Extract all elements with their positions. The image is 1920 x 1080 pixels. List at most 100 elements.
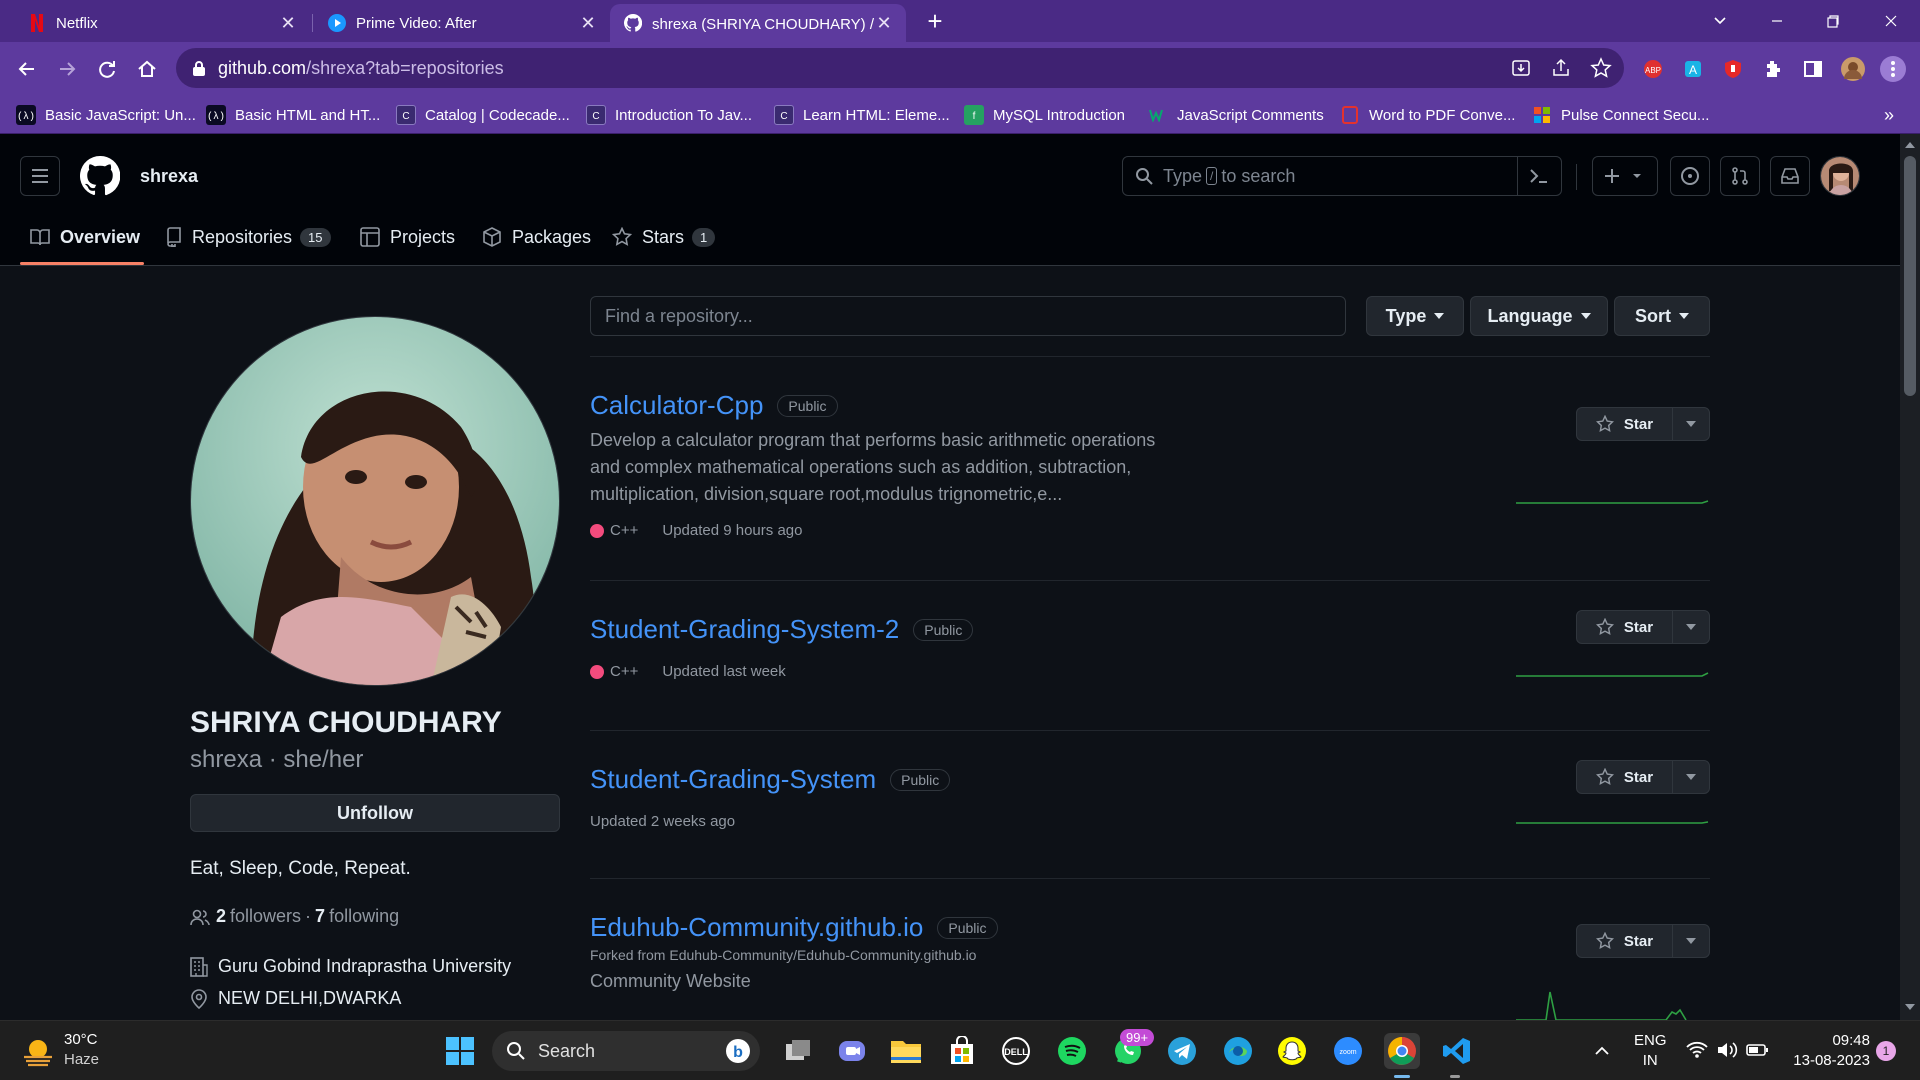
vscode-icon[interactable]	[1438, 1033, 1474, 1069]
new-tab-button[interactable]: +	[922, 6, 948, 36]
star-list-dropdown[interactable]	[1673, 408, 1709, 440]
tab-projects[interactable]: Projects	[360, 214, 455, 260]
bookmark-item[interactable]: C Introduction To Jav...	[586, 104, 752, 126]
tab-netflix[interactable]: Netflix ✕	[14, 4, 310, 42]
file-explorer-icon[interactable]	[888, 1033, 924, 1069]
profile-avatar-large[interactable]	[190, 316, 560, 686]
tab-overview[interactable]: Overview	[30, 214, 140, 260]
command-palette-icon[interactable]	[1529, 167, 1549, 185]
install-app-icon[interactable]	[1510, 57, 1532, 79]
star-button[interactable]: Star	[1576, 924, 1710, 958]
sort-filter-button[interactable]: Sort	[1614, 296, 1710, 336]
close-tab-icon[interactable]: ✕	[580, 13, 596, 33]
telegram-icon[interactable]	[1164, 1033, 1200, 1069]
puzzle-extensions-icon[interactable]	[1760, 56, 1786, 82]
chrome-menu-icon[interactable]	[1880, 56, 1906, 82]
side-panel-icon[interactable]	[1800, 56, 1826, 82]
close-tab-icon[interactable]: ✕	[280, 13, 296, 33]
minimize-icon[interactable]	[1764, 8, 1790, 34]
spotify-icon[interactable]	[1054, 1033, 1090, 1069]
translate-extension-icon[interactable]: A	[1680, 56, 1706, 82]
find-repository-input[interactable]: Find a repository...	[590, 296, 1346, 336]
wifi-icon[interactable]	[1686, 1041, 1708, 1059]
notification-count-badge[interactable]: 1	[1876, 1041, 1896, 1061]
repo-name-link[interactable]: Student-Grading-System-2	[590, 614, 899, 645]
show-hidden-icons-chevron[interactable]	[1592, 1041, 1612, 1061]
home-icon[interactable]	[132, 54, 162, 84]
header-username[interactable]: shrexa	[140, 166, 198, 187]
type-filter-button[interactable]: Type	[1366, 296, 1464, 336]
dell-icon[interactable]: DELL	[998, 1033, 1034, 1069]
system-clock[interactable]: 09:48 13-08-2023	[1786, 1031, 1870, 1071]
volume-icon[interactable]	[1716, 1041, 1738, 1059]
zoom-icon[interactable]: zoom	[1330, 1033, 1366, 1069]
bookmark-item[interactable]: JavaScript Comments	[1148, 104, 1324, 126]
unfollow-button[interactable]: Unfollow	[190, 794, 560, 832]
weather-icon[interactable]	[20, 1033, 60, 1069]
scrollbar-thumb[interactable]	[1904, 156, 1916, 396]
share-icon[interactable]	[1550, 57, 1572, 79]
create-new-button[interactable]	[1592, 156, 1658, 196]
close-tab-icon[interactable]: ✕	[876, 13, 892, 33]
repo-name-link[interactable]: Eduhub-Community.github.io	[590, 912, 923, 943]
tab-prime-video[interactable]: Prime Video: After ✕	[314, 4, 610, 42]
bookmark-item[interactable]: C Learn HTML: Eleme...	[774, 104, 950, 126]
issues-icon[interactable]	[1670, 156, 1710, 196]
tab-packages[interactable]: Packages	[482, 214, 591, 260]
repo-name-link[interactable]: Calculator-Cpp	[590, 390, 763, 421]
edge-icon[interactable]	[1220, 1033, 1256, 1069]
tab-stars[interactable]: Stars 1	[612, 214, 716, 260]
hamburger-menu-button[interactable]	[20, 156, 60, 196]
following-link[interactable]: following	[329, 906, 399, 927]
taskbar-search-box[interactable]: Search b	[492, 1031, 760, 1071]
restore-icon[interactable]	[1820, 8, 1846, 34]
lock-icon[interactable]	[192, 60, 206, 76]
followers-count[interactable]: 2	[216, 906, 226, 927]
language-filter-button[interactable]: Language	[1470, 296, 1608, 336]
chrome-icon[interactable]	[1384, 1033, 1420, 1069]
input-language-indicator[interactable]: ENG IN	[1634, 1031, 1667, 1071]
windows-start-icon[interactable]	[442, 1033, 478, 1069]
search-input[interactable]: Type / to search	[1122, 156, 1562, 196]
reload-icon[interactable]	[92, 54, 122, 84]
teams-chat-icon[interactable]	[834, 1033, 870, 1069]
microsoft-store-icon[interactable]	[944, 1033, 980, 1069]
adblock-extension-icon[interactable]: ABP	[1640, 56, 1666, 82]
bookmark-item[interactable]: Pulse Connect Secu...	[1532, 104, 1709, 126]
close-window-icon[interactable]	[1878, 8, 1904, 34]
forward-icon[interactable]	[52, 54, 82, 84]
user-avatar[interactable]	[1820, 156, 1860, 196]
star-list-dropdown[interactable]	[1673, 925, 1709, 957]
battery-icon[interactable]	[1746, 1041, 1770, 1059]
bookmark-item[interactable]: (λ) Basic HTML and HT...	[206, 104, 380, 126]
tab-github[interactable]: shrexa (SHRIYA CHOUDHARY) / Ⓡ ✕	[610, 4, 906, 42]
bookmark-star-icon[interactable]	[1590, 57, 1612, 79]
bookmark-item[interactable]: (λ) Basic JavaScript: Un...	[16, 104, 196, 126]
weather-desc[interactable]: Haze	[64, 1051, 99, 1068]
profile-avatar[interactable]	[1840, 56, 1866, 82]
back-icon[interactable]	[12, 54, 42, 84]
forked-from-link[interactable]: Forked from Eduhub-Community/Eduhub-Comm…	[590, 947, 1710, 963]
bookmark-item[interactable]: Word to PDF Conve...	[1340, 104, 1515, 126]
bookmark-item[interactable]: C Catalog | Codecade...	[396, 104, 570, 126]
star-button[interactable]: Star	[1576, 760, 1710, 794]
github-logo-icon[interactable]	[80, 156, 120, 196]
bookmark-item[interactable]: f MySQL Introduction	[964, 104, 1125, 126]
following-count[interactable]: 7	[315, 906, 325, 927]
shield-extension-icon[interactable]	[1720, 56, 1746, 82]
task-view-icon[interactable]	[780, 1033, 816, 1069]
snapchat-icon[interactable]	[1274, 1033, 1310, 1069]
url-bar[interactable]: github.com/shrexa?tab=repositories	[176, 48, 1624, 88]
bookmarks-overflow-button[interactable]: »	[1884, 104, 1894, 126]
followers-link[interactable]: followers	[230, 906, 301, 927]
star-button[interactable]: Star	[1576, 407, 1710, 441]
weather-temp[interactable]: 30°C	[64, 1031, 98, 1048]
star-button[interactable]: Star	[1576, 610, 1710, 644]
tab-search-chevron-icon[interactable]	[1710, 10, 1730, 30]
pull-requests-icon[interactable]	[1720, 156, 1760, 196]
tab-repositories[interactable]: Repositories 15	[166, 214, 331, 260]
star-list-dropdown[interactable]	[1673, 611, 1709, 643]
repo-name-link[interactable]: Student-Grading-System	[590, 764, 876, 795]
inbox-icon[interactable]	[1770, 156, 1810, 196]
star-list-dropdown[interactable]	[1673, 761, 1709, 793]
